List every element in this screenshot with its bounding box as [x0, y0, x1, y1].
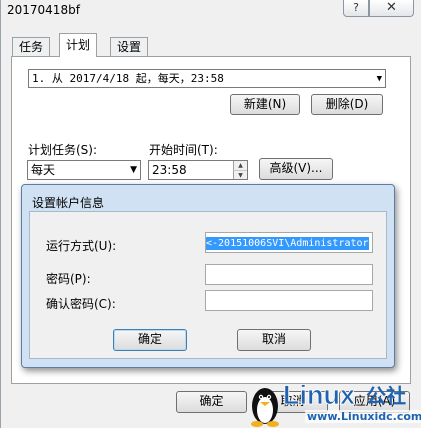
- window-title: 20170418bf: [7, 3, 80, 17]
- dialog-ok-button[interactable]: 确定: [113, 329, 187, 351]
- run-as-label: 运行方式(U):: [46, 239, 117, 253]
- confirm-password-input[interactable]: [205, 290, 373, 311]
- delete-schedule-button[interactable]: 删除(D): [311, 94, 383, 115]
- dialog-title: 设置帐户信息: [32, 196, 105, 210]
- frequency-value: 每天: [31, 163, 56, 177]
- start-time-label: 开始时间(T):: [149, 143, 218, 157]
- new-schedule-button[interactable]: 新建(N): [230, 94, 300, 115]
- tab-schedule[interactable]: 计划: [59, 33, 98, 57]
- schedule-list-select[interactable]: 1. 从 2017/4/18 起，每天，23:58 ▼: [28, 69, 386, 88]
- dialog-body: 运行方式(U): <-20151006SVI\Administrator 密码(…: [29, 211, 387, 359]
- chevron-down-icon: ▼: [130, 165, 137, 175]
- confirm-password-label: 确认密码(C):: [46, 297, 116, 311]
- chevron-down-icon: ▼: [376, 74, 382, 84]
- svg-text:Linux: Linux: [283, 380, 355, 410]
- schedule-task-label: 计划任务(S):: [28, 143, 98, 157]
- help-button[interactable]: ?: [343, 0, 369, 17]
- password-input[interactable]: [205, 264, 373, 285]
- spin-down-icon[interactable]: ▼: [233, 170, 247, 179]
- ok-button[interactable]: 确定: [176, 391, 247, 413]
- tab-settings[interactable]: 设置: [110, 37, 149, 56]
- watermark-url: www.Linuxidc.com: [305, 410, 421, 423]
- password-label: 密码(P):: [46, 272, 91, 286]
- penguin-icon: [251, 388, 279, 427]
- close-button[interactable]: ✕: [369, 0, 414, 17]
- tab-task[interactable]: 任务: [12, 37, 51, 56]
- run-as-input[interactable]: <-20151006SVI\Administrator: [205, 232, 373, 253]
- account-info-dialog: 设置帐户信息 运行方式(U): <-20151006SVI\Administra…: [21, 184, 395, 368]
- svg-text:公社: 公社: [366, 384, 406, 408]
- dialog-cancel-button[interactable]: 取消: [237, 329, 311, 351]
- schedule-select-value: 1. 从 2017/4/18 起，每天，23:58: [32, 72, 224, 85]
- spin-up-icon[interactable]: ▲: [233, 161, 247, 170]
- run-as-value: <-20151006SVI\Administrator: [206, 237, 369, 250]
- advanced-button[interactable]: 高级(V)...: [259, 158, 333, 180]
- frequency-select[interactable]: 每天 ▼: [27, 160, 141, 180]
